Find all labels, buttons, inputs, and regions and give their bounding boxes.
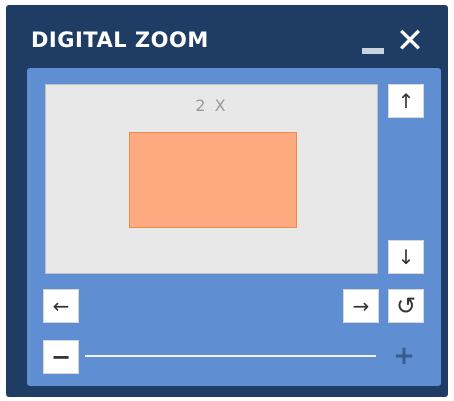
zoom-preview-area: 2 X	[45, 84, 378, 274]
zoom-out-button[interactable]: −	[43, 340, 79, 374]
window-title: DIGITAL ZOOM	[31, 28, 209, 52]
zoom-slider[interactable]	[85, 355, 376, 357]
arrow-right-icon: →	[352, 294, 370, 318]
pan-right-button[interactable]: →	[343, 289, 379, 323]
close-icon: ✕	[395, 21, 425, 61]
pan-up-button[interactable]: ↑	[388, 84, 424, 118]
arrow-down-icon: ↓	[397, 245, 415, 269]
zoom-viewport-rectangle[interactable]	[129, 132, 297, 228]
reset-zoom-button[interactable]: ↺	[388, 289, 424, 323]
arrow-left-icon: ←	[52, 294, 70, 318]
zoom-level-label: 2 X	[195, 96, 228, 115]
pan-left-button[interactable]: ←	[43, 289, 79, 323]
zoom-in-button[interactable]: +	[392, 341, 416, 371]
plus-icon: +	[393, 341, 415, 371]
arrow-up-icon: ↑	[397, 89, 415, 113]
minus-icon: −	[50, 343, 72, 371]
minimize-button[interactable]	[362, 48, 384, 54]
pan-down-button[interactable]: ↓	[388, 240, 424, 274]
reset-icon: ↺	[395, 292, 417, 320]
close-button[interactable]: ✕	[393, 24, 427, 58]
